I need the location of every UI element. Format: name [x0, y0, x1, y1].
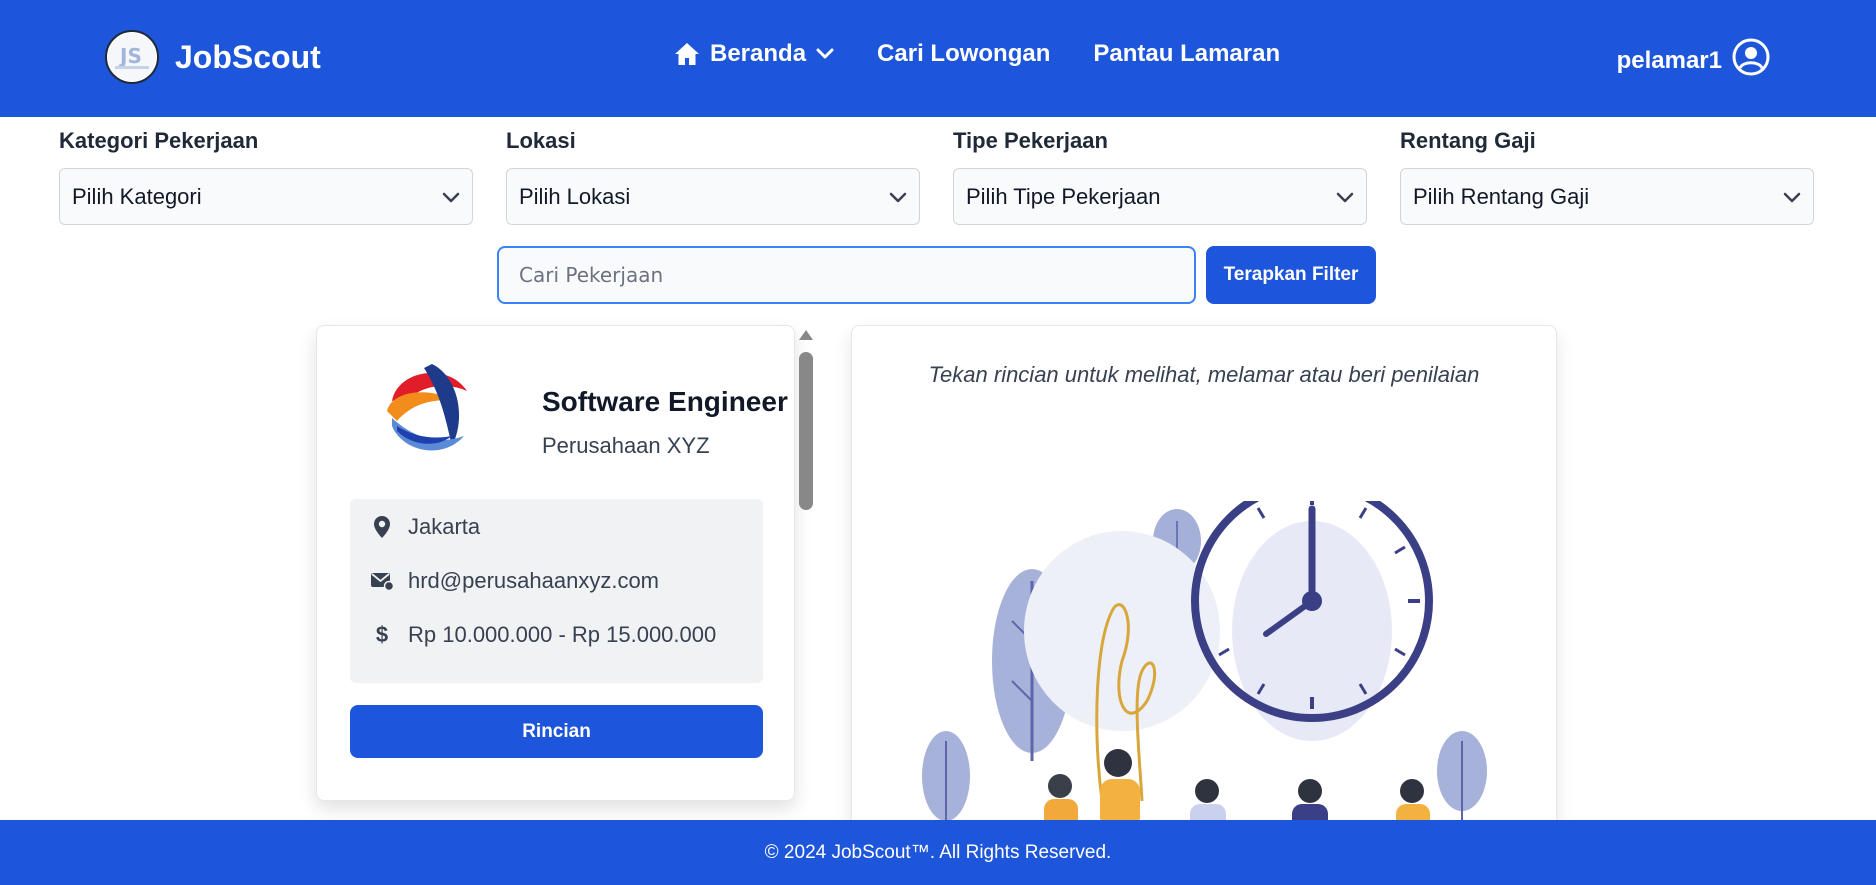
search-row: Terapkan Filter [497, 246, 1376, 304]
top-navbar: JS JobScout Beranda Cari Lowongan Pantau… [0, 0, 1876, 117]
chevron-down-icon [816, 48, 834, 60]
chevron-down-icon [1336, 184, 1354, 210]
nav-pantau-lamaran[interactable]: Pantau Lamaran [1093, 40, 1280, 68]
tipe-select[interactable]: Pilih Tipe Pekerjaan [953, 168, 1367, 225]
user-menu[interactable]: pelamar1 [1617, 38, 1770, 83]
filter-label: Kategori Pekerjaan [59, 128, 259, 153]
filter-gaji: Rentang Gaji Pilih Rentang Gaji [1400, 128, 1814, 225]
filter-lokasi: Lokasi Pilih Lokasi [506, 128, 920, 225]
select-value: Pilih Kategori [72, 183, 202, 209]
scrollbar-thumb[interactable] [799, 352, 813, 510]
email-row: hrd@perusahaanxyz.com [370, 568, 659, 594]
rincian-button[interactable]: Rincian [350, 705, 763, 758]
apply-filter-button[interactable]: Terapkan Filter [1206, 246, 1376, 304]
waiting-illustration [912, 480, 1512, 844]
location-row: Jakarta [370, 514, 480, 540]
svg-text:JS: JS [118, 44, 142, 68]
filter-tipe: Tipe Pekerjaan Pilih Tipe Pekerjaan [953, 128, 1367, 225]
email-text: hrd@perusahaanxyz.com [408, 568, 660, 593]
select-value: Pilih Rentang Gaji [1413, 183, 1590, 209]
nav-beranda[interactable]: Beranda [674, 40, 834, 68]
location-text: Jakarta [408, 514, 481, 539]
job-card: Software Engineer Perusahaan XYZ Jakarta… [316, 325, 795, 801]
mail-icon [370, 571, 394, 591]
panel-hint: Tekan rincian untuk melihat, melamar ata… [928, 362, 1480, 387]
brand-link[interactable]: JS JobScout [105, 30, 321, 84]
chevron-down-icon [1783, 184, 1801, 210]
company-logo [372, 356, 482, 471]
brand-name: JobScout [175, 38, 321, 75]
search-input[interactable] [497, 246, 1196, 304]
dollar-icon: $ [375, 622, 389, 647]
job-info-box: Jakarta hrd@perusahaanxyz.com $ Rp 10.00… [350, 499, 763, 683]
scroll-up-arrow[interactable] [799, 330, 813, 340]
user-circle-icon [1722, 38, 1770, 83]
nav-beranda-label: Beranda [710, 40, 807, 67]
nav-cari-lowongan[interactable]: Cari Lowongan [877, 40, 1050, 68]
lokasi-select[interactable]: Pilih Lokasi [506, 168, 920, 225]
footer: © 2024 JobScout™. All Rights Reserved. [0, 820, 1876, 885]
job-title: Software Engineer [542, 386, 788, 417]
main-nav: Beranda Cari Lowongan Pantau Lamaran [674, 40, 1323, 68]
salary-text: Rp 10.000.000 - Rp 15.000.000 [408, 622, 717, 647]
chevron-down-icon [889, 184, 907, 210]
filter-label: Tipe Pekerjaan [953, 128, 1108, 153]
map-pin-icon [370, 515, 394, 539]
gaji-select[interactable]: Pilih Rentang Gaji [1400, 168, 1814, 225]
company-name: Perusahaan XYZ [542, 433, 710, 458]
select-value: Pilih Lokasi [519, 183, 631, 209]
home-icon [674, 42, 700, 66]
job-detail-panel: Tekan rincian untuk melihat, melamar ata… [851, 325, 1557, 845]
filter-label: Rentang Gaji [1400, 128, 1536, 153]
kategori-select[interactable]: Pilih Kategori [59, 168, 473, 225]
chevron-down-icon [442, 184, 460, 210]
footer-copyright: © 2024 JobScout™. All Rights Reserved. [764, 841, 1112, 863]
filter-kategori: Kategori Pekerjaan Pilih Kategori [59, 128, 473, 225]
salary-row: $ Rp 10.000.000 - Rp 15.000.000 [370, 622, 716, 648]
jobscout-logo: JS [105, 30, 159, 84]
username: pelamar1 [1616, 46, 1722, 74]
filter-label: Lokasi [506, 128, 576, 153]
select-value: Pilih Tipe Pekerjaan [966, 183, 1161, 209]
